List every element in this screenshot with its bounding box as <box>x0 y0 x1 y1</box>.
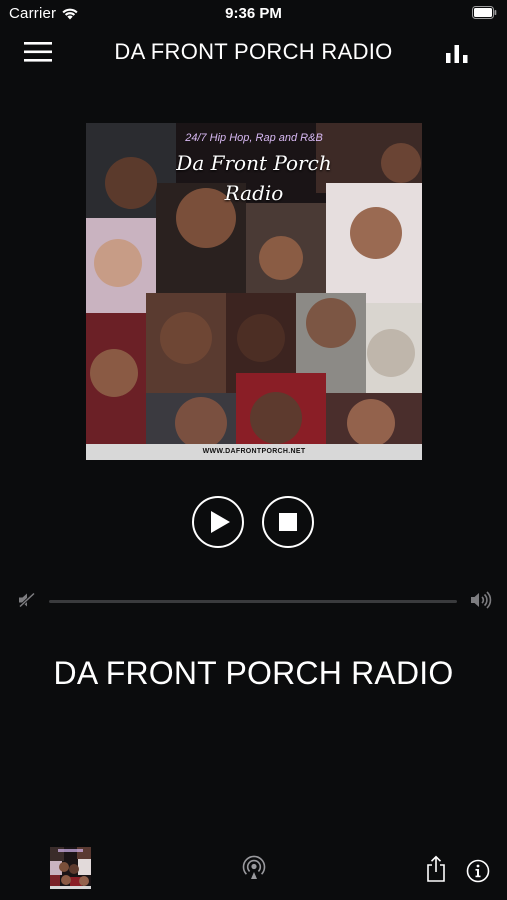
artwork-title-line1: Da Front Porch <box>176 151 332 175</box>
share-icon[interactable] <box>425 855 447 883</box>
artwork-subtitle: 24/7 Hip Hop, Rap and R&B <box>185 132 323 144</box>
play-icon <box>211 511 230 533</box>
station-thumbnail[interactable] <box>50 847 91 889</box>
stop-icon <box>279 513 297 531</box>
status-bar: Carrier 9:36 PM <box>0 0 507 28</box>
airplay-icon[interactable] <box>241 855 267 881</box>
artwork-title-line2: Radio <box>224 181 284 205</box>
volume-mute-icon <box>18 592 36 608</box>
equalizer-bars-icon[interactable] <box>444 42 472 64</box>
status-time: 9:36 PM <box>225 5 282 22</box>
play-button[interactable] <box>192 496 244 548</box>
station-name: DA FRONT PORCH RADIO <box>53 655 454 691</box>
artwork-title: Da Front Porch Radio <box>146 148 362 208</box>
info-icon[interactable] <box>466 859 490 883</box>
station-artwork: 24/7 Hip Hop, Rap and R&B Da Front Porch… <box>86 123 422 460</box>
navigation-bar: DA FRONT PORCH RADIO <box>0 28 507 74</box>
artwork-url: WWW.DAFRONTPORCH.NET <box>86 444 422 460</box>
nav-title: DA FRONT PORCH RADIO <box>114 39 393 64</box>
volume-max-icon <box>471 591 492 609</box>
stop-button[interactable] <box>262 496 314 548</box>
battery-icon <box>472 6 497 19</box>
volume-slider[interactable] <box>49 600 457 603</box>
thumbnail-image <box>50 847 91 889</box>
